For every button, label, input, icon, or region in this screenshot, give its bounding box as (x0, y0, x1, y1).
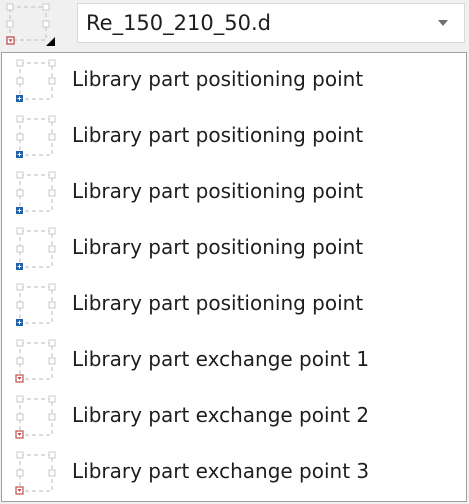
point-type-button[interactable] (2, 2, 58, 48)
list-item[interactable]: Library part exchange point 3 (2, 445, 466, 501)
combobox-value: Re_150_210_50.d (86, 11, 271, 35)
exchange-point-icon (15, 395, 56, 439)
list-item[interactable]: Library part positioning point (2, 277, 466, 333)
list-item[interactable]: Library part exchange point 2 (2, 389, 466, 445)
list-item-label: Library part positioning point (72, 123, 364, 147)
exchange-point-icon (15, 339, 56, 383)
positioning-point-icon (16, 283, 56, 326)
positioning-point-icon (16, 171, 56, 214)
list-item-label: Library part positioning point (72, 179, 364, 203)
list-item-label: Library part positioning point (72, 291, 364, 315)
point-dropdown-list: Library part positioning point Library p… (1, 52, 467, 502)
list-item[interactable]: Library part exchange point 1 (2, 333, 466, 389)
list-item-label: Library part positioning point (72, 67, 364, 91)
exchange-point-icon (6, 3, 55, 46)
dropdown-corner-icon (46, 37, 55, 46)
list-item[interactable]: Library part positioning point (2, 165, 466, 221)
list-item-label: Library part exchange point 1 (72, 347, 370, 371)
list-item-label: Library part exchange point 3 (72, 459, 370, 483)
toolbar: Re_150_210_50.d (0, 0, 469, 52)
exchange-point-icon (15, 451, 56, 495)
list-item[interactable]: Library part positioning point (2, 53, 466, 109)
positioning-point-icon (16, 227, 56, 270)
list-item[interactable]: Library part positioning point (2, 221, 466, 277)
positioning-point-icon (16, 115, 56, 158)
chevron-down-icon[interactable] (438, 20, 448, 26)
list-item-label: Library part exchange point 2 (72, 403, 370, 427)
list-item[interactable]: Library part positioning point (2, 109, 466, 165)
positioning-point-icon (16, 59, 56, 102)
list-item-label: Library part positioning point (72, 235, 364, 259)
point-combobox[interactable]: Re_150_210_50.d (77, 3, 465, 43)
